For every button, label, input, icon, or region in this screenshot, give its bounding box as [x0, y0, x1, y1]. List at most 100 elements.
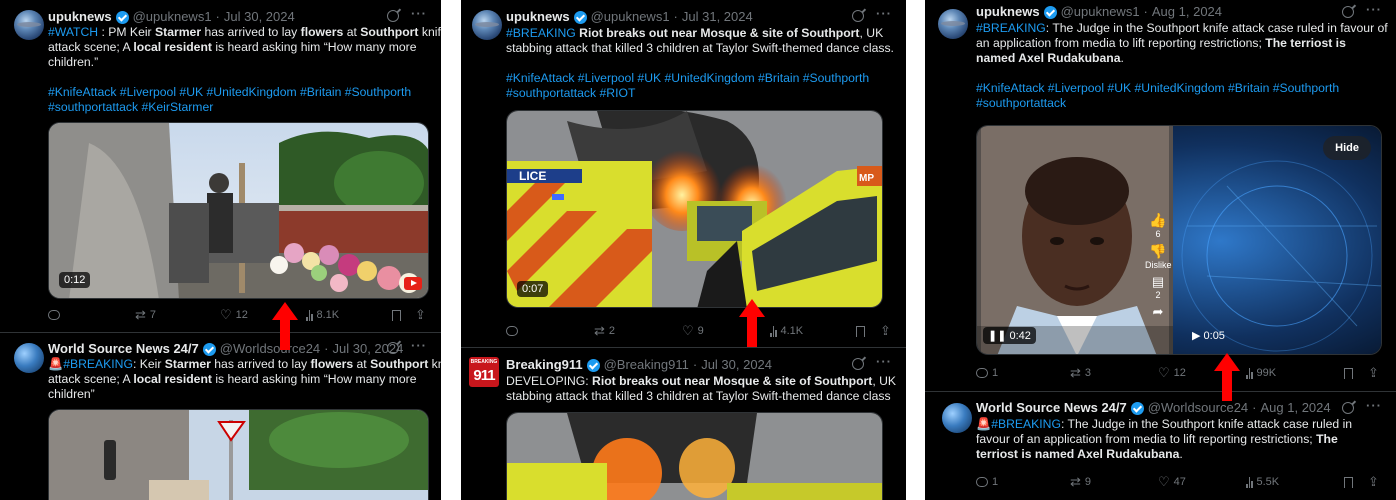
text-run: . — [1120, 51, 1124, 65]
handle[interactable]: @upuknews1 — [591, 8, 670, 26]
tweet[interactable]: World Source News 24/7 @Worldsource24 · … — [925, 392, 1396, 500]
reply-button[interactable] — [48, 310, 64, 320]
views-button[interactable]: 5.5K — [1246, 476, 1279, 488]
tweet-header: World Source News 24/7 @Worldsource24 · … — [976, 399, 1331, 417]
tweet-video[interactable] — [48, 409, 429, 500]
handle[interactable]: @Worldsource24 — [1148, 399, 1248, 417]
share-button[interactable]: ⇪ — [880, 324, 891, 337]
more-options-icon[interactable]: ··· — [1366, 399, 1382, 414]
avatar[interactable] — [14, 343, 44, 373]
like-button[interactable]: ♡ 12 — [1158, 366, 1186, 379]
tweet[interactable]: World Source News 24/7 @Worldsource24 · … — [0, 333, 441, 500]
share-button[interactable]: ⇪ — [1368, 366, 1379, 379]
tweet-video[interactable]: LICE MP 0:07 — [506, 110, 883, 308]
grok-icon[interactable] — [852, 10, 864, 22]
timestamp[interactable]: Jul 30, 2024 — [224, 8, 295, 26]
tweet[interactable]: upuknews @upuknews1 · Jul 30, 2024 ··· #… — [0, 0, 441, 330]
views-button[interactable]: 4.1K — [770, 325, 803, 337]
tweet[interactable]: upuknews @upuknews1 · Jul 31, 2024 ··· #… — [461, 0, 906, 348]
reply-button[interactable] — [506, 326, 522, 336]
hashtag-link[interactable]: #KnifeAttack #Liverpool #UK #UnitedKingd… — [976, 81, 1339, 95]
grok-icon[interactable] — [1342, 6, 1354, 18]
share-arrow-icon[interactable]: ➦ — [1145, 304, 1171, 320]
display-name[interactable]: upuknews — [48, 8, 112, 26]
grok-icon[interactable] — [387, 10, 399, 22]
avatar[interactable]: BREAKING 911 — [469, 357, 499, 387]
repost-button[interactable]: ⇄ 7 — [135, 308, 156, 321]
repost-button[interactable]: ⇄ 3 — [1070, 366, 1091, 379]
grok-icon[interactable] — [852, 358, 864, 370]
like-button[interactable]: ♡ 47 — [1158, 474, 1186, 489]
hashtag-link[interactable]: #BREAKING — [63, 357, 133, 371]
heart-icon: ♡ — [1158, 474, 1170, 489]
views-button[interactable]: 8.1K — [306, 309, 339, 321]
grok-icon[interactable] — [1342, 402, 1354, 414]
repost-button[interactable]: ⇄ 2 — [594, 324, 615, 337]
more-options-icon[interactable]: ··· — [411, 339, 427, 354]
screenshot-panel-1: upuknews @upuknews1 · Jul 30, 2024 ··· #… — [0, 0, 441, 500]
more-options-icon[interactable]: ··· — [876, 355, 892, 370]
avatar[interactable] — [472, 10, 502, 40]
view-count: 4.1K — [780, 325, 804, 337]
display-name[interactable]: World Source News 24/7 — [976, 399, 1127, 417]
avatar[interactable] — [14, 10, 44, 40]
hashtag-link[interactable]: #WATCH — [48, 25, 98, 39]
handle[interactable]: @Breaking911 — [604, 356, 689, 374]
handle[interactable]: @upuknews1 — [133, 8, 212, 26]
timestamp[interactable]: Aug 1, 2024 — [1152, 3, 1222, 21]
bookmark-button[interactable] — [856, 325, 865, 337]
tweet-video[interactable]: Hide 👍 6 👎 Dislike ▤ 2 ➦ ❚❚ 0:42 ▶ 0:05 — [976, 125, 1382, 355]
hashtag-link[interactable]: #southportattack #KeirStarmer — [48, 100, 213, 114]
reply-button[interactable]: 1 — [976, 367, 998, 379]
tweet-text-line: children” — [48, 387, 441, 402]
text-run: , UK — [872, 374, 897, 388]
like-button[interactable]: ♡ 12 — [220, 308, 248, 321]
grok-icon[interactable] — [387, 342, 399, 354]
svg-text:LICE: LICE — [519, 169, 546, 183]
avatar[interactable] — [938, 9, 968, 39]
bookmark-button[interactable] — [392, 309, 401, 321]
bold-text: The terriost is — [1265, 36, 1346, 50]
hashtag-link[interactable]: #BREAKING — [506, 26, 576, 40]
display-name[interactable]: Breaking911 — [506, 356, 583, 374]
repost-count: 9 — [1084, 476, 1092, 488]
repost-button[interactable]: ⇄ 9 — [1070, 475, 1092, 488]
more-options-icon[interactable]: ··· — [411, 7, 427, 22]
hashtag-link[interactable]: #southportattack — [976, 96, 1066, 110]
thumbs-up-icon[interactable]: 👍 — [1145, 212, 1171, 229]
tweet-video[interactable]: 0:12 — [48, 122, 429, 299]
timestamp[interactable]: Jul 30, 2024 — [701, 356, 772, 374]
share-button[interactable]: ⇪ — [1368, 474, 1379, 489]
hashtag-link[interactable]: #KnifeAttack #Liverpool #UK #UnitedKingd… — [48, 85, 411, 99]
tweet-text-line: named Axel Rudakubana. — [976, 51, 1388, 66]
display-name[interactable]: upuknews — [976, 3, 1040, 21]
comment-icon[interactable]: ▤ — [1145, 274, 1171, 290]
avatar[interactable] — [942, 403, 972, 433]
more-options-icon[interactable]: ··· — [876, 7, 892, 22]
timestamp[interactable]: Jul 31, 2024 — [682, 8, 753, 26]
tweet-video[interactable] — [506, 412, 883, 500]
share-icon: ⇪ — [1368, 474, 1379, 489]
share-button[interactable]: ⇪ — [415, 308, 426, 321]
bookmark-button[interactable] — [1344, 367, 1353, 379]
views-button[interactable]: 99K — [1246, 367, 1276, 379]
hide-button[interactable]: Hide — [1323, 136, 1371, 160]
hashtag-link[interactable]: #southportattack #RIOT — [506, 86, 635, 100]
like-button[interactable]: ♡ 9 — [682, 324, 704, 337]
bookmark-button[interactable] — [1344, 476, 1353, 488]
hashtag-link[interactable]: #BREAKING — [991, 417, 1061, 431]
display-name[interactable]: World Source News 24/7 — [48, 340, 199, 358]
video-frame — [49, 410, 428, 500]
timestamp[interactable]: Aug 1, 2024 — [1261, 399, 1331, 417]
tweet[interactable]: BREAKING 911 Breaking911 @Breaking911 · … — [461, 348, 906, 500]
thumbs-down-icon[interactable]: 👎 — [1145, 243, 1171, 260]
hashtag-link[interactable]: #BREAKING — [976, 21, 1046, 35]
reply-button[interactable]: 1 — [976, 476, 998, 488]
handle[interactable]: @upuknews1 — [1061, 3, 1140, 21]
tweet[interactable]: upuknews @upuknews1 · Aug 1, 2024 ··· #B… — [925, 0, 1396, 392]
hashtag-link[interactable]: #KnifeAttack #Liverpool #UK #UnitedKingd… — [506, 71, 869, 85]
display-name[interactable]: upuknews — [506, 8, 570, 26]
handle[interactable]: @Worldsource24 — [220, 340, 320, 358]
text-run: 🚨 — [48, 357, 64, 371]
more-options-icon[interactable]: ··· — [1366, 3, 1382, 18]
